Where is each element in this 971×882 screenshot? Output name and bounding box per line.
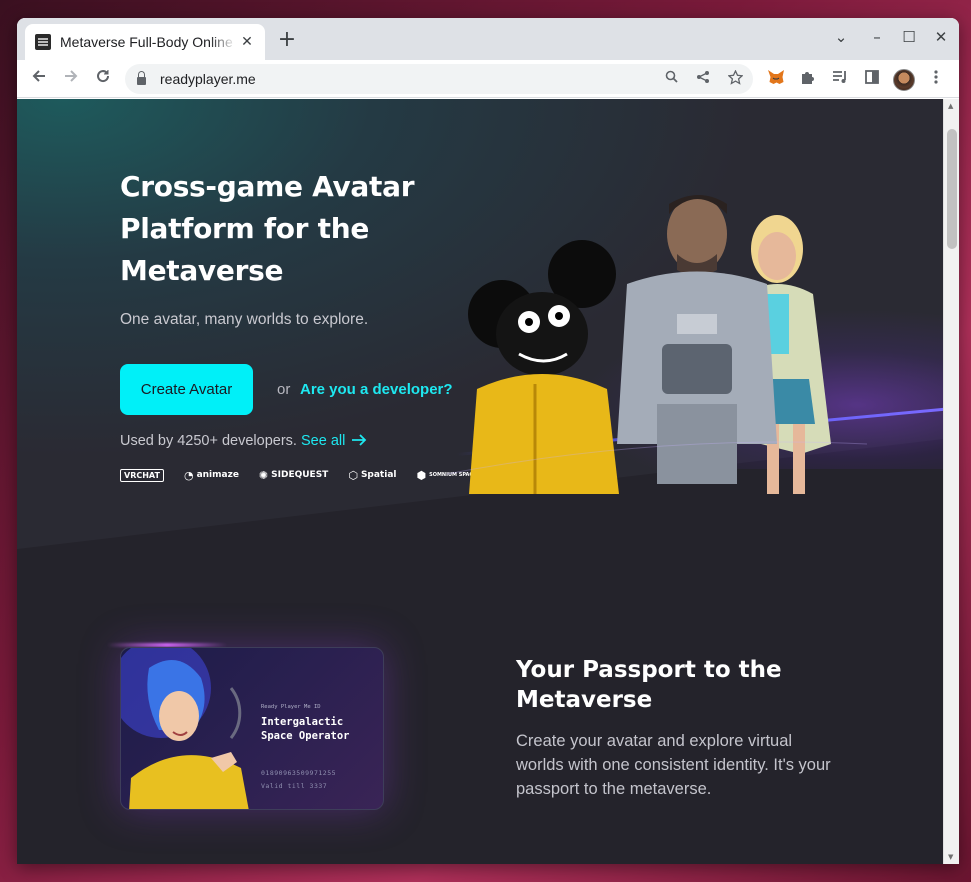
side-panel-icon[interactable]	[862, 69, 882, 89]
page-viewport: Cross-game Avatar Platform for the Metav…	[17, 99, 943, 864]
bookmark-star-icon[interactable]	[726, 69, 744, 89]
spatial-glyph-icon: ⬡	[348, 468, 358, 482]
browser-tab[interactable]: Metaverse Full-Body Online Avatar ✕	[25, 24, 265, 60]
tab-search-icon[interactable]: ⌄	[831, 28, 851, 46]
animaze-label: animaze	[196, 470, 239, 480]
spatial-logo: ⬡ Spatial	[348, 469, 396, 482]
used-by-line: Used by 4250+ developers. See all	[120, 433, 367, 449]
vrchat-logo: VRCHAT	[120, 468, 164, 482]
passport-section-title: Your Passport to the Metaverse	[516, 657, 782, 713]
mouse-head-avatar-figure	[468, 240, 619, 494]
scroll-down-arrow-icon[interactable]: ▼	[948, 853, 953, 861]
used-by-text: Used by 4250+ developers.	[120, 433, 297, 449]
sidequest-logo: ✺ SIDEQUEST	[259, 469, 328, 482]
see-all-link[interactable]: See all	[301, 433, 367, 449]
media-queue-icon[interactable]	[830, 69, 850, 89]
passport-id-card: Ready Player Me ID Intergalactic Space O…	[120, 647, 384, 810]
arrow-right-icon[interactable]	[351, 434, 367, 446]
browser-window: Metaverse Full-Body Online Avatar ✕ + ⌄ …	[17, 18, 959, 864]
scroll-up-arrow-icon[interactable]: ▲	[948, 102, 953, 110]
browser-toolbar: readyplayer.me	[17, 60, 959, 98]
page-scrollbar[interactable]: ▲ ▼	[943, 99, 959, 864]
card-avatar-illustration	[121, 648, 249, 809]
lock-icon[interactable]	[137, 71, 146, 85]
animaze-logo: ◔ animaze	[184, 469, 239, 482]
card-id-number: 01890963509971255	[261, 769, 337, 777]
forward-arrow-icon[interactable]	[59, 67, 83, 91]
search-icon[interactable]	[662, 70, 680, 87]
see-all-label[interactable]: See all	[301, 433, 345, 449]
spatial-label: Spatial	[360, 470, 397, 480]
create-avatar-button[interactable]: Create Avatar	[120, 364, 253, 415]
scrollbar-thumb[interactable]	[947, 129, 957, 249]
kebab-menu-icon[interactable]	[926, 69, 946, 89]
sidequest-label: SIDEQUEST	[271, 470, 329, 480]
url-text[interactable]: readyplayer.me	[160, 71, 256, 87]
passport-section-description: Create your avatar and explore virtual w…	[516, 732, 831, 798]
somnium-glyph-icon: ⬢	[416, 468, 427, 482]
sidequest-glyph-icon: ✺	[258, 468, 269, 482]
partner-logos: VRCHAT ◔ animaze ✺ SIDEQUEST ⬡ Spatial ⬢ SOM…	[120, 465, 497, 485]
hero-avatars-illustration	[447, 195, 867, 494]
card-valid-text: Valid till 3337	[261, 782, 328, 790]
reload-icon[interactable]	[91, 67, 115, 91]
maximize-button[interactable]: ☐	[899, 28, 919, 46]
share-icon[interactable]	[694, 70, 712, 88]
card-role-text: Intergalactic Space Operator	[261, 716, 350, 742]
minimize-button[interactable]: –	[867, 28, 887, 46]
new-tab-button[interactable]: +	[275, 28, 299, 52]
back-arrow-icon[interactable]	[27, 67, 51, 91]
tab-strip: Metaverse Full-Body Online Avatar ✕ + ⌄ …	[17, 18, 959, 60]
developer-link[interactable]: Are you a developer?	[300, 381, 453, 398]
tab-close-icon[interactable]: ✕	[239, 34, 255, 50]
card-header-text: Ready Player Me ID	[261, 704, 321, 710]
hero-title: Cross-game Avatar Platform for the Metav…	[120, 170, 415, 287]
or-text: or	[277, 381, 291, 398]
close-window-button[interactable]: ✕	[931, 28, 951, 46]
profile-avatar[interactable]	[893, 69, 915, 91]
extensions-puzzle-icon[interactable]	[798, 69, 818, 89]
animaze-glyph-icon: ◔	[183, 468, 194, 482]
hero-subtitle: One avatar, many worlds to explore.	[120, 311, 369, 328]
tab-title: Metaverse Full-Body Online Avatar	[60, 34, 236, 50]
metamask-fox-icon[interactable]	[766, 69, 786, 89]
site-favicon-icon	[35, 34, 51, 50]
address-bar[interactable]: readyplayer.me	[125, 64, 753, 94]
